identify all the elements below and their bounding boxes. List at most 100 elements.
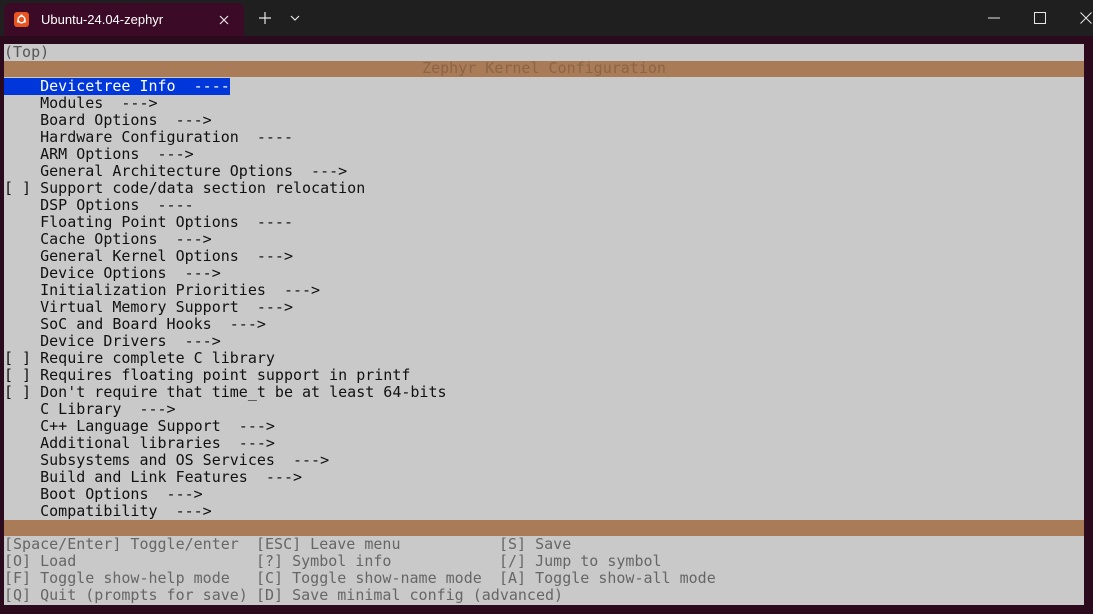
menu-item[interactable]: Initialization Priorities --->	[4, 282, 320, 299]
menu-item-suffix: --->	[103, 94, 158, 112]
menu-item-indent	[4, 111, 40, 129]
menu-item-indent	[4, 332, 40, 350]
menu-item-label: Devicetree Info	[40, 77, 176, 95]
menu-item-indent	[4, 281, 40, 299]
menu-item[interactable]: Modules --->	[4, 94, 158, 112]
terminal-area[interactable]: (Top) Zephyr Kernel Configuration Device…	[0, 36, 1093, 614]
help-hint: [S] Save	[499, 535, 572, 553]
menu-item-label: Boot Options	[40, 485, 149, 503]
menu-item-suffix: --->	[148, 485, 203, 503]
help-hint: [C] Toggle show-name mode	[256, 569, 482, 587]
menu-item-indent	[4, 315, 40, 333]
menu-item-label: Compatibility	[40, 502, 158, 520]
maximize-icon[interactable]	[1028, 6, 1052, 30]
menu-item[interactable]: [ ] Don't require that time_t be at leas…	[4, 384, 447, 401]
menu-item[interactable]: Virtual Memory Support --->	[4, 299, 293, 316]
menu-item-label: DSP Options	[40, 196, 140, 214]
menu-item[interactable]: Hardware Configuration ----	[4, 129, 293, 146]
menu-item-indent	[4, 264, 40, 282]
menu-item-checkbox[interactable]: [ ]	[4, 179, 40, 197]
menu-item-indent	[4, 468, 40, 486]
plus-icon[interactable]	[253, 6, 277, 30]
menu-item-indent	[4, 213, 40, 231]
menu-item-indent	[4, 128, 40, 146]
menu-item-label: ARM Options	[40, 145, 140, 163]
menu-item[interactable]: Board Options --->	[4, 112, 212, 129]
menu-item[interactable]: Device Options --->	[4, 265, 221, 282]
menu-item-suffix: ----	[238, 128, 293, 146]
menu-item[interactable]: Device Drivers --->	[4, 333, 221, 350]
menu-item-label: Virtual Memory Support	[40, 298, 239, 316]
menu-item-indent	[4, 162, 40, 180]
menu-item[interactable]: Floating Point Options ----	[4, 214, 293, 231]
menu-item[interactable]: Build and Link Features --->	[4, 469, 302, 486]
menu-item[interactable]: Compatibility --->	[4, 503, 212, 520]
menu-item[interactable]: ARM Options --->	[4, 146, 194, 163]
help-hint: [?] Symbol info	[256, 552, 392, 570]
menu-item-indent	[4, 230, 40, 248]
menu-item[interactable]: General Kernel Options --->	[4, 248, 293, 265]
menu-item[interactable]: [ ] Require complete C library	[4, 350, 275, 367]
breadcrumb: (Top)	[4, 43, 50, 61]
menu-item-indent	[4, 247, 40, 265]
help-hint: [D] Save minimal config (advanced)	[256, 586, 564, 604]
menu-item-label: Don't require that time_t be at least 64…	[40, 383, 447, 401]
menu-item[interactable]: [ ] Support code/data section relocation	[4, 180, 365, 197]
help-hint: [Space/Enter] Toggle/enter	[4, 535, 239, 553]
terminal-tab[interactable]: Ubuntu-24.04-zephyr	[4, 3, 244, 36]
help-hint: [ESC] Leave menu	[256, 535, 401, 553]
menu-item-suffix: --->	[211, 315, 266, 333]
menu-item-indent	[4, 400, 40, 418]
menu-item-indent	[4, 196, 40, 214]
menu-item-label: Modules	[40, 94, 104, 112]
menu-item[interactable]: DSP Options ----	[4, 197, 194, 214]
menu-item-label: Initialization Priorities	[40, 281, 266, 299]
menu-item-suffix: ----	[139, 196, 194, 214]
menu-item-checkbox[interactable]: [ ]	[4, 349, 40, 367]
menu-item[interactable]: Subsystems and OS Services --->	[4, 452, 329, 469]
menu-item-suffix: --->	[139, 145, 194, 163]
menu-item[interactable]: General Architecture Options --->	[4, 163, 347, 180]
menu-item-suffix: --->	[220, 434, 275, 452]
menu-item[interactable]: C Library --->	[4, 400, 176, 418]
window-titlebar: Ubuntu-24.04-zephyr	[0, 0, 1093, 36]
menuconfig-screen: (Top) Zephyr Kernel Configuration Device…	[4, 44, 1084, 605]
menu-item-label: General Architecture Options	[40, 162, 293, 180]
menu-item-label: Subsystems and OS Services	[40, 451, 275, 469]
menu-item-suffix: --->	[220, 417, 275, 435]
menu-item[interactable]: Devicetree Info ----	[4, 78, 230, 95]
tab-title: Ubuntu-24.04-zephyr	[41, 12, 164, 27]
menu-item-label: Device Drivers	[40, 332, 167, 350]
menu-item[interactable]: [ ] Requires floating point support in p…	[4, 367, 410, 384]
window-close-icon[interactable]	[1074, 6, 1093, 30]
menu-item-label: General Kernel Options	[40, 247, 239, 265]
menu-item-suffix: --->	[121, 400, 176, 418]
help-hint: [A] Toggle show-all mode	[499, 569, 716, 587]
menu-item[interactable]: C++ Language Support --->	[4, 418, 275, 435]
menu-item-suffix: --->	[265, 281, 321, 299]
menu-item-suffix: --->	[157, 502, 212, 520]
menu-item[interactable]: Cache Options --->	[4, 231, 212, 248]
close-icon[interactable]	[212, 8, 236, 32]
chevron-down-icon[interactable]	[283, 6, 307, 30]
menu-item-label: Floating Point Options	[40, 213, 239, 231]
menu-item-suffix: --->	[293, 162, 348, 180]
menu-item-checkbox[interactable]: [ ]	[4, 383, 40, 401]
menu-item-suffix: --->	[274, 451, 330, 469]
title-bar: Zephyr Kernel Configuration	[4, 59, 1084, 77]
menu-item-label: Support code/data section relocation	[40, 179, 366, 197]
menu-item[interactable]: Additional libraries --->	[4, 435, 275, 452]
menu-title: Zephyr Kernel Configuration	[422, 59, 666, 77]
menu-item-suffix: --->	[247, 468, 303, 486]
menu-item-label: Board Options	[40, 111, 158, 129]
menu-item[interactable]: SoC and Board Hooks --->	[4, 316, 266, 333]
menu-item[interactable]: Boot Options --->	[4, 486, 203, 503]
bottom-bar	[4, 520, 1084, 536]
menu-item-checkbox[interactable]: [ ]	[4, 366, 40, 384]
menu-item-indent	[4, 417, 40, 435]
minimize-icon[interactable]	[982, 6, 1006, 30]
menu-item-indent	[4, 77, 40, 95]
menu-item-indent	[4, 145, 40, 163]
menu-item-suffix: --->	[157, 111, 212, 129]
menu-item-indent	[4, 502, 40, 520]
